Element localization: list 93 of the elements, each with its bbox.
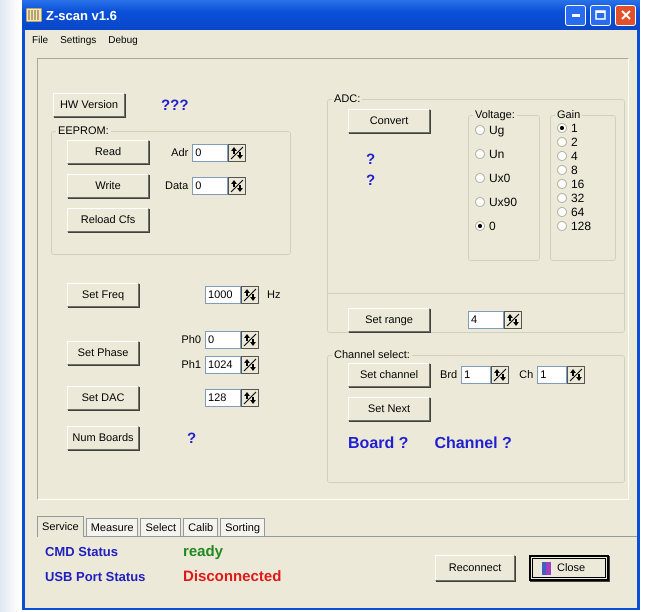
hw-version-value: ??? (161, 96, 188, 114)
maximize-button[interactable] (590, 4, 611, 26)
radio-option[interactable]: Ux90 (475, 195, 539, 209)
tab[interactable]: Select (140, 518, 182, 536)
dialog-button[interactable]: Reconnect (435, 555, 515, 581)
field-label: Adr (171, 147, 188, 159)
number-field[interactable]: 1024 (205, 356, 241, 374)
maximize-icon (595, 10, 606, 20)
tab[interactable]: Measure (86, 518, 138, 536)
status-label: CMD Status (45, 544, 119, 559)
number-field[interactable]: 0 (205, 331, 241, 349)
spin-arrows-icon (243, 288, 257, 302)
set-channel-button[interactable]: Set channel (348, 363, 430, 387)
eeprom-button[interactable]: Reload Cfs (67, 208, 149, 232)
radio-option[interactable]: Un (475, 147, 539, 161)
radio-option[interactable]: Ug (475, 123, 539, 137)
result-value: ? (366, 172, 376, 189)
minimize-button[interactable] (565, 4, 586, 26)
dialog-button[interactable]: Close (529, 555, 609, 581)
menu-item[interactable]: File (27, 32, 54, 48)
result-value: ? (187, 430, 196, 446)
spin-button[interactable] (228, 177, 246, 195)
number-field[interactable]: 1 (461, 366, 492, 384)
menu-item[interactable]: Debug (103, 32, 143, 48)
field-label: Ch (519, 369, 534, 381)
number-field[interactable]: 128 (205, 389, 241, 407)
convert-button[interactable]: Convert (348, 109, 430, 133)
field-label: Brd (440, 369, 458, 381)
group-title: EEPROM: (57, 125, 110, 137)
number-field[interactable]: 0 (192, 144, 228, 162)
window-title: Z-scan v1.6 (46, 8, 118, 22)
spin-button[interactable] (241, 286, 259, 304)
tab[interactable]: Calib (183, 518, 218, 536)
spin-arrows-icon (493, 368, 508, 382)
group-title: Gain (556, 109, 582, 121)
spin-arrows-icon (506, 313, 520, 327)
eeprom-button[interactable]: Write (67, 174, 149, 198)
action-button[interactable]: Set DAC (67, 386, 139, 410)
radio-option[interactable]: 32 (557, 191, 615, 205)
action-button[interactable]: Set Phase (67, 340, 139, 364)
radio-option[interactable]: 128 (557, 219, 615, 233)
tab[interactable]: Sorting (220, 518, 265, 536)
radio-option[interactable]: Ux0 (475, 171, 539, 185)
set-range-button[interactable]: Set range (348, 308, 430, 332)
number-field[interactable]: 4 (468, 311, 504, 329)
spin-button[interactable] (241, 331, 259, 349)
radio-option[interactable]: 1 (557, 121, 615, 135)
number-field[interactable]: 0 (192, 177, 228, 195)
field-label: Data (165, 180, 188, 192)
spin-button[interactable] (491, 366, 510, 384)
radio-option[interactable]: 16 (557, 177, 615, 191)
action-button[interactable]: Set Freq (67, 283, 139, 307)
eeprom-button[interactable]: Read (67, 140, 149, 164)
field-label: Ph0 (181, 334, 201, 346)
unit-label: Hz (267, 289, 280, 301)
group-title: Channel select: (333, 349, 411, 361)
status-value: ready (183, 543, 224, 560)
app-icon (26, 8, 42, 22)
spin-button[interactable] (567, 366, 586, 384)
door-icon (541, 560, 553, 576)
radio-option[interactable]: 64 (557, 205, 615, 219)
minimize-icon (572, 14, 580, 16)
result-value: ? (366, 151, 376, 168)
result-value: Board ? (348, 435, 408, 453)
spin-button[interactable] (504, 311, 522, 329)
radio-option[interactable]: 8 (557, 163, 615, 177)
number-field[interactable]: 1 (537, 366, 568, 384)
close-icon (620, 10, 630, 20)
set-next-button[interactable]: Set Next (348, 397, 430, 421)
status-value: Disconnected (183, 568, 282, 585)
radio-option[interactable]: 2 (557, 135, 615, 149)
spin-button[interactable] (241, 389, 259, 407)
spin-arrows-icon (569, 368, 584, 382)
radio-option[interactable]: 4 (557, 149, 615, 163)
radio-option[interactable]: 0 (475, 219, 539, 233)
spin-button[interactable] (241, 356, 259, 374)
field-label: Ph1 (181, 359, 201, 371)
spin-arrows-icon (230, 146, 244, 160)
spin-arrows-icon (230, 179, 244, 193)
hw-version-button[interactable]: HW Version (53, 93, 125, 117)
spin-arrows-icon (243, 358, 257, 372)
menu-item[interactable]: Settings (55, 32, 102, 48)
action-button[interactable]: Num Boards (67, 426, 139, 450)
close-button[interactable] (615, 4, 636, 26)
result-value: Channel ? (434, 435, 512, 453)
spin-button[interactable] (228, 144, 246, 162)
status-label: USB Port Status (45, 569, 146, 584)
number-field[interactable]: 1000 (205, 286, 241, 304)
spin-arrows-icon (243, 333, 257, 347)
tab[interactable]: Service (37, 516, 84, 537)
group-title: ADC: (333, 93, 362, 105)
group-title: Voltage: (474, 109, 516, 121)
spin-arrows-icon (243, 391, 257, 405)
